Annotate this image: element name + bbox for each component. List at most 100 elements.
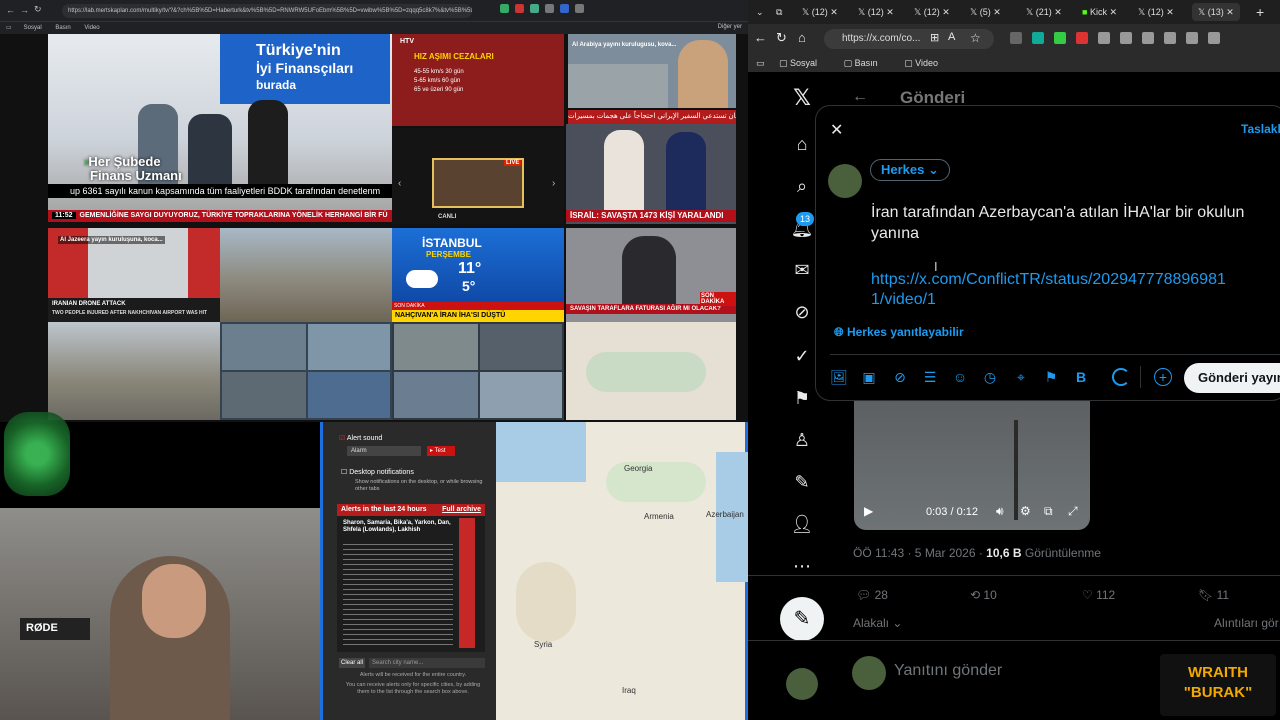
drafts-button[interactable]: Taslakl [1241,122,1280,136]
tab-list-icon[interactable]: ⌄ [756,3,764,21]
tweet-link[interactable]: https://x.com/ConflictTR/status/20294777… [871,270,1280,310]
extension-icon[interactable] [1010,32,1022,44]
alert-sound-row[interactable]: ☑ Alert sound [339,434,382,442]
tab-x-4[interactable]: 𝕏 (5) ✕ [970,3,1001,21]
checkbox-icon[interactable]: ☑ [339,435,345,442]
prev-arrow-icon[interactable]: ‹ [398,178,401,189]
bookmark-video[interactable]: Video [78,23,105,33]
tab-x-6[interactable]: 𝕏 (12) ✕ [1138,3,1174,21]
sort-replies[interactable]: Alakalı ⌄ [853,616,902,630]
x-logo-icon[interactable]: 𝕏 [790,86,814,110]
grok-icon[interactable]: ⊘ [790,300,814,324]
bookmarks-icon[interactable]: ⚑ [790,386,814,410]
location-icon[interactable]: ⌖ [1012,368,1030,386]
tv-tile-alarabiya[interactable]: Al Arabiya yayını kurulugusu, kova... [568,34,736,108]
media-icon[interactable]: 🖼︎ [830,368,848,386]
sound-select[interactable]: Alarm [347,446,421,456]
tv-tile-city-2[interactable] [48,322,220,420]
tv-tile-canli[interactable]: LIVE CANLI ‹ › [392,128,564,224]
extension-icon[interactable] [545,4,554,13]
tab-actions-icon[interactable]: ⧉ [776,3,782,21]
map-tile-small[interactable] [566,322,736,420]
repost-action[interactable]: ⟲ 10 [970,588,997,602]
city-search-input[interactable]: Search city name... [369,658,485,668]
settings-gear-icon[interactable]: ⚙ [1020,504,1031,518]
clear-all-button[interactable]: Clear all [339,658,365,668]
extension-icon[interactable] [575,4,584,13]
tv-tile-aljazeera[interactable]: Al Jazeera yayın kuruluşuna, koca... IRA… [48,228,220,322]
extension-icon[interactable] [560,4,569,13]
desktop-notif-row[interactable]: ☐ Desktop notifications [341,468,414,476]
alerts-scrollbar[interactable] [459,518,475,648]
left-url-text[interactable]: https://lab.mertskaplan.com/multiky/tv/?… [62,4,472,18]
verified-icon[interactable]: ✓ [790,344,814,368]
bookmark-sosyal[interactable]: ▢ Sosyal [779,54,829,72]
reload-icon[interactable]: ↻ [776,30,787,46]
grok-icon[interactable]: ⊘ [891,368,909,386]
profile-icon[interactable]: 👤︎ [790,512,814,536]
extension-icon[interactable] [515,4,524,13]
compose-post-button[interactable]: ✎ [780,597,824,641]
tv-tile-weather[interactable]: İSTANBUL PERŞEMBE 11° 5° SON DAKİKA NAHÇ… [392,228,564,322]
tab-x-active[interactable]: 𝕏 (13) ✕ [1192,3,1240,21]
emoji-icon[interactable]: ☺ [951,368,969,386]
tv-tile-haberturk[interactable]: Türkiye'nin İyi Finansçıları burada ›Her… [48,34,392,210]
extension-icon[interactable] [1142,32,1154,44]
back-arrow-icon[interactable]: ← [852,88,868,106]
new-tab-icon[interactable]: + [1256,3,1264,21]
back-icon[interactable]: ← [754,30,767,45]
bookmark-basin[interactable]: ▢ Basın [844,54,890,72]
extension-icon[interactable] [1054,32,1066,44]
view-quotes-link[interactable]: Alıntıları gör [1214,616,1279,630]
tv-tile-htv[interactable]: HTV HIZ AŞIMI CEZALARI 45-55 km/s 30 gün… [392,34,564,126]
reply-setting[interactable]: 🌐︎ Herkes yanıtlayabilir [834,325,964,340]
checkbox-icon[interactable]: ☐ [341,469,347,476]
tab-x-3[interactable]: 𝕏 (12) ✕ [914,3,950,21]
bookmark-video[interactable]: ▢ Video [904,54,950,72]
tv-tile-basketball[interactable]: İSRAİL: SAVAŞTA 1473 KİŞİ YARALANDI [566,124,736,224]
extension-icon[interactable] [1186,32,1198,44]
embedded-video[interactable]: ▶ 0:03 / 0:12 🔊︎ ⚙ ⧉ ⤢ [854,400,1090,530]
bookmark-basin[interactable]: Basın [49,23,76,33]
bookmark-action[interactable]: 🔖︎ 11 [1198,588,1229,602]
volume-icon[interactable]: 🔊︎ [996,504,1004,519]
reload-icon[interactable]: ↻ [34,4,42,15]
flag-icon[interactable]: ⚑ [1042,368,1060,386]
add-thread-icon[interactable]: + [1154,368,1172,386]
home-icon[interactable]: ⌂ [798,30,806,45]
bookmark-sosyal[interactable]: Sosyal [18,23,48,33]
reply-action[interactable]: 💬︎ 28 [856,588,888,602]
tab-x-2[interactable]: 𝕏 (12) ✕ [858,3,894,21]
address-input[interactable]: https://x.com/co... [824,29,994,49]
extension-icon[interactable] [1164,32,1176,44]
home-icon[interactable]: ⌂ [790,132,814,156]
post-button[interactable]: Gönderi yayın [1184,363,1280,393]
jobs-icon[interactable]: ♙ [790,428,814,452]
explore-search-icon[interactable]: ⌕ [790,174,814,198]
account-avatar[interactable] [786,668,818,700]
schedule-icon[interactable]: ◷ [981,368,999,386]
next-arrow-icon[interactable]: › [552,178,555,189]
messages-icon[interactable]: ✉ [790,258,814,282]
extension-icon[interactable] [1076,32,1088,44]
region-map[interactable]: Georgia Armenia Azerbaijan Syria Iraq [496,422,748,720]
forward-icon[interactable]: → [20,5,29,15]
poll-icon[interactable]: ☰ [921,368,939,386]
extension-icon[interactable] [1098,32,1110,44]
close-icon[interactable]: ✕ [830,120,843,140]
like-action[interactable]: ♡ 112 [1082,588,1115,602]
favorite-star-icon[interactable]: ☆ [970,31,981,45]
extension-icon[interactable] [530,4,539,13]
read-aloud-icon[interactable]: A [948,31,955,43]
extension-icon[interactable] [500,4,509,13]
tweet-textarea[interactable]: İran tarafından Azerbaycan'a atılan İHA'… [871,202,1279,244]
test-button[interactable]: ▸ Test [427,446,455,456]
extension-icon[interactable] [1120,32,1132,44]
bold-icon[interactable]: B [1072,368,1090,386]
tv-tile-anchor[interactable]: SAVAŞIN TARAFLARA FATURASI AĞIR MI OLACA… [566,228,736,322]
webcam-grid-1[interactable] [220,322,392,420]
bookmark-other[interactable]: Diğer yer [712,22,748,32]
lists-icon[interactable]: ✎ [790,470,814,494]
gif-icon[interactable]: ▣ [860,368,878,386]
back-icon[interactable]: ← [6,5,15,15]
